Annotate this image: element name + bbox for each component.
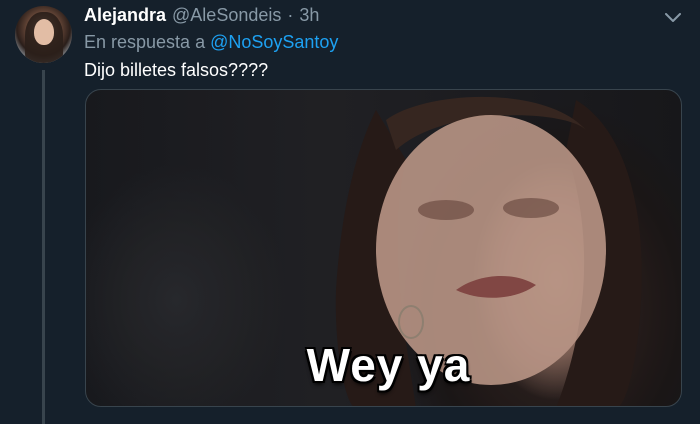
- tweet-header: Alejandra @AleSondeis · 3h: [84, 5, 319, 29]
- thread-line: [42, 70, 45, 424]
- chevron-down-icon[interactable]: [664, 9, 682, 27]
- author-display-name[interactable]: Alejandra: [84, 5, 166, 26]
- reply-prefix: En respuesta a: [84, 32, 206, 52]
- author-handle[interactable]: @AleSondeis: [172, 5, 281, 26]
- avatar-face: [34, 19, 54, 45]
- tweet-timestamp[interactable]: 3h: [299, 5, 319, 26]
- tweet-text: Dijo billetes falsos????: [84, 60, 269, 80]
- meme-caption: Wey ya: [306, 339, 471, 391]
- avatar[interactable]: [15, 6, 72, 63]
- separator-dot: ·: [287, 5, 294, 25]
- tweet-media-image[interactable]: Wey ya: [85, 89, 682, 407]
- tweet: Alejandra @AleSondeis · 3h En respuesta …: [0, 0, 700, 424]
- reply-mention-link[interactable]: @NoSoySantoy: [210, 32, 338, 52]
- reply-context: En respuesta a @NoSoySantoy: [84, 32, 338, 53]
